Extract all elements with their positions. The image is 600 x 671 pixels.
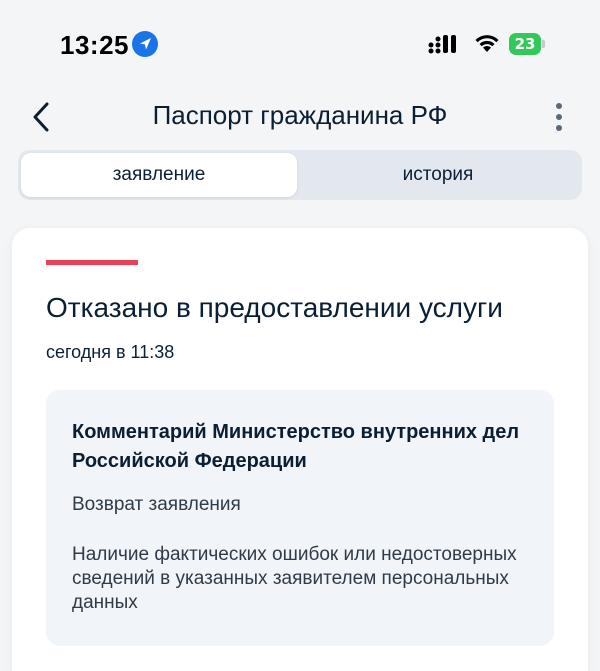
nav-header: Паспорт гражданина РФ bbox=[0, 92, 600, 144]
tab-history[interactable]: история bbox=[300, 153, 576, 197]
battery-level: 23 bbox=[509, 33, 541, 55]
more-icon[interactable] bbox=[552, 102, 566, 132]
battery-icon: 23 bbox=[509, 33, 545, 55]
tab-switcher: заявление история bbox=[18, 150, 582, 200]
signal-icon bbox=[428, 35, 456, 54]
status-accent-line bbox=[46, 260, 138, 265]
status-time: 13:25 bbox=[60, 30, 129, 60]
tab-application[interactable]: заявление bbox=[21, 153, 297, 197]
status-title: Отказано в предоставлении услуги bbox=[46, 292, 503, 323]
comment-reason: Наличие фактических ошибок или недостове… bbox=[72, 544, 517, 613]
status-date: сегодня в 11:38 bbox=[46, 342, 175, 362]
status-card: Отказано в предоставлении услуги сегодня… bbox=[12, 228, 588, 671]
status-bar: 13:25 23 bbox=[0, 0, 600, 92]
location-icon bbox=[132, 31, 158, 57]
comment-heading: Комментарий Министерство внутренних дел … bbox=[72, 421, 520, 472]
comment-action: Возврат заявления bbox=[72, 494, 241, 515]
page-title: Паспорт гражданина РФ bbox=[152, 100, 448, 130]
wifi-icon bbox=[475, 35, 499, 52]
comment-box: Комментарий Министерство внутренних дел … bbox=[46, 390, 554, 646]
